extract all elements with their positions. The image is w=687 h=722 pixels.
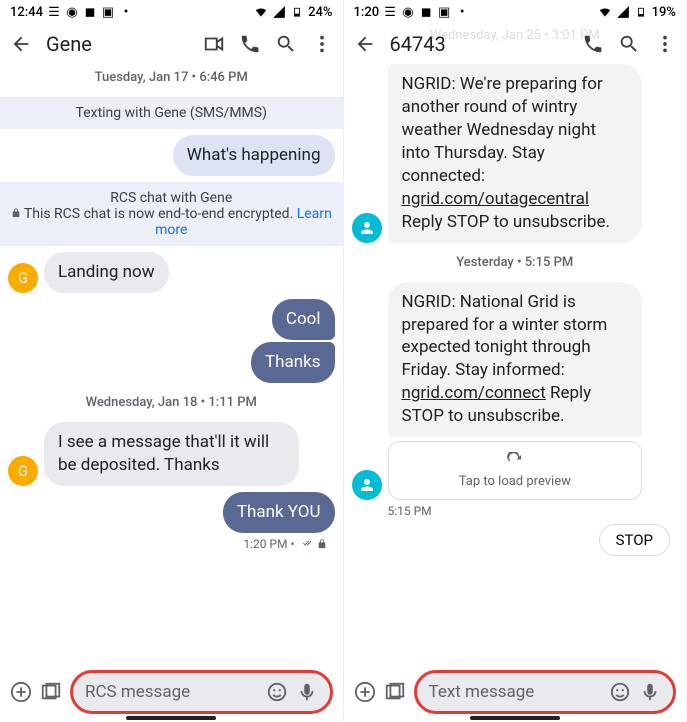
signal-icon xyxy=(272,5,286,19)
message-link[interactable]: ngrid.com/connect xyxy=(402,383,546,403)
avatar[interactable]: G xyxy=(8,456,38,486)
mic-icon[interactable] xyxy=(296,681,318,703)
avatar[interactable] xyxy=(352,470,382,500)
compose-placeholder: Text message xyxy=(429,682,602,702)
search-icon[interactable] xyxy=(275,33,297,55)
status-app-icon: ☰ xyxy=(47,5,61,19)
reload-icon xyxy=(506,452,524,470)
rcs-banner: RCS chat with Gene This RCS chat is now … xyxy=(0,182,343,246)
phone-right: 1:20 ☰ ◉ ◼ ▣ • 19% Wednesday, Jan 25 • 3… xyxy=(344,0,687,722)
compose-input[interactable]: RCS message xyxy=(70,670,333,714)
wifi-icon xyxy=(254,5,268,19)
contact-name[interactable]: Gene xyxy=(46,32,189,56)
contact-name[interactable]: 64743 xyxy=(390,32,569,56)
search-icon[interactable] xyxy=(618,33,640,55)
call-icon[interactable] xyxy=(239,33,261,55)
battery-icon xyxy=(290,5,304,19)
conversation-header: Gene xyxy=(0,24,343,64)
read-receipt-icon xyxy=(299,538,313,550)
rcs-banner-line1: RCS chat with Gene xyxy=(110,190,232,206)
timestamp: 5:15 PM xyxy=(352,504,679,518)
timestamp: Yesterday • 5:15 PM xyxy=(352,249,679,276)
emoji-icon[interactable] xyxy=(609,681,631,703)
status-more-icon: • xyxy=(119,5,133,19)
phone-left: 12:44 ☰ ◉ ◼ ▣ • 24% Gene Tuesday, Jan 17… xyxy=(0,0,344,722)
message-sent[interactable]: Thanks xyxy=(251,342,335,383)
compose-placeholder: RCS message xyxy=(85,682,258,702)
message-received[interactable]: Landing now xyxy=(44,252,169,293)
attach-icon[interactable] xyxy=(354,681,376,703)
gallery-icon[interactable] xyxy=(384,681,406,703)
more-icon[interactable] xyxy=(311,33,333,55)
message-sent[interactable]: What's happening xyxy=(173,135,335,176)
message-sent[interactable]: Cool xyxy=(272,299,335,340)
message-received[interactable]: I see a message that'll it will be depos… xyxy=(44,422,299,486)
status-bar: 1:20 ☰ ◉ ◼ ▣ • 19% xyxy=(344,0,687,24)
compose-input[interactable]: Text message xyxy=(414,670,677,714)
rcs-banner-line2: This RCS chat is now end-to-end encrypte… xyxy=(24,206,297,222)
home-indicator[interactable] xyxy=(470,716,560,720)
lock-icon xyxy=(317,539,327,549)
avatar[interactable]: G xyxy=(8,263,38,293)
status-app-icon: ◉ xyxy=(65,5,79,19)
status-app-icon: ◉ xyxy=(401,5,415,19)
sms-banner: Texting with Gene (SMS/MMS) xyxy=(0,97,343,129)
emoji-icon[interactable] xyxy=(266,681,288,703)
battery-icon xyxy=(634,5,648,19)
gallery-icon[interactable] xyxy=(40,681,62,703)
message-received[interactable]: NGRID: National Grid is prepared for a w… xyxy=(388,282,643,438)
status-app-icon: ▣ xyxy=(437,5,451,19)
back-icon[interactable] xyxy=(354,33,376,55)
back-icon[interactable] xyxy=(10,33,32,55)
conversation[interactable]: NGRID: We're preparing for another round… xyxy=(344,64,687,662)
timestamp: Tuesday, Jan 17 • 6:46 PM xyxy=(8,64,335,91)
message-sent[interactable]: Thank YOU xyxy=(223,492,335,533)
compose-bar: Text message xyxy=(344,662,687,722)
mic-icon[interactable] xyxy=(639,681,661,703)
status-time: 12:44 xyxy=(10,5,43,20)
status-app-icon: ◼ xyxy=(419,5,433,19)
timestamp: Wednesday, Jan 18 • 1:11 PM xyxy=(8,389,335,416)
call-icon[interactable] xyxy=(582,33,604,55)
reply-suggestion-chip[interactable]: STOP xyxy=(599,524,670,556)
signal-icon xyxy=(616,5,630,19)
more-icon[interactable] xyxy=(654,33,676,55)
message-received[interactable]: NGRID: We're preparing for another round… xyxy=(388,64,643,243)
battery-pct: 19% xyxy=(652,5,676,20)
conversation[interactable]: Tuesday, Jan 17 • 6:46 PM Texting with G… xyxy=(0,64,343,662)
status-bar: 12:44 ☰ ◉ ◼ ▣ • 24% xyxy=(0,0,343,24)
video-call-icon[interactable] xyxy=(203,33,225,55)
status-more-icon: • xyxy=(455,5,469,19)
home-indicator[interactable] xyxy=(126,716,216,720)
compose-bar: RCS message xyxy=(0,662,343,722)
message-link[interactable]: ngrid.com/outagecentral xyxy=(402,189,590,209)
link-preview[interactable]: Tap to load preview xyxy=(388,441,643,500)
status-app-icon: ▣ xyxy=(101,5,115,19)
message-status: 1:20 PM • xyxy=(8,537,335,551)
status-app-icon: ◼ xyxy=(83,5,97,19)
battery-pct: 24% xyxy=(308,5,332,20)
wifi-icon xyxy=(598,5,612,19)
conversation-header: 64743 xyxy=(344,24,687,64)
status-app-icon: ☰ xyxy=(383,5,397,19)
lock-icon xyxy=(11,208,21,218)
status-time: 1:20 xyxy=(354,5,380,20)
attach-icon[interactable] xyxy=(10,681,32,703)
avatar[interactable] xyxy=(352,213,382,243)
